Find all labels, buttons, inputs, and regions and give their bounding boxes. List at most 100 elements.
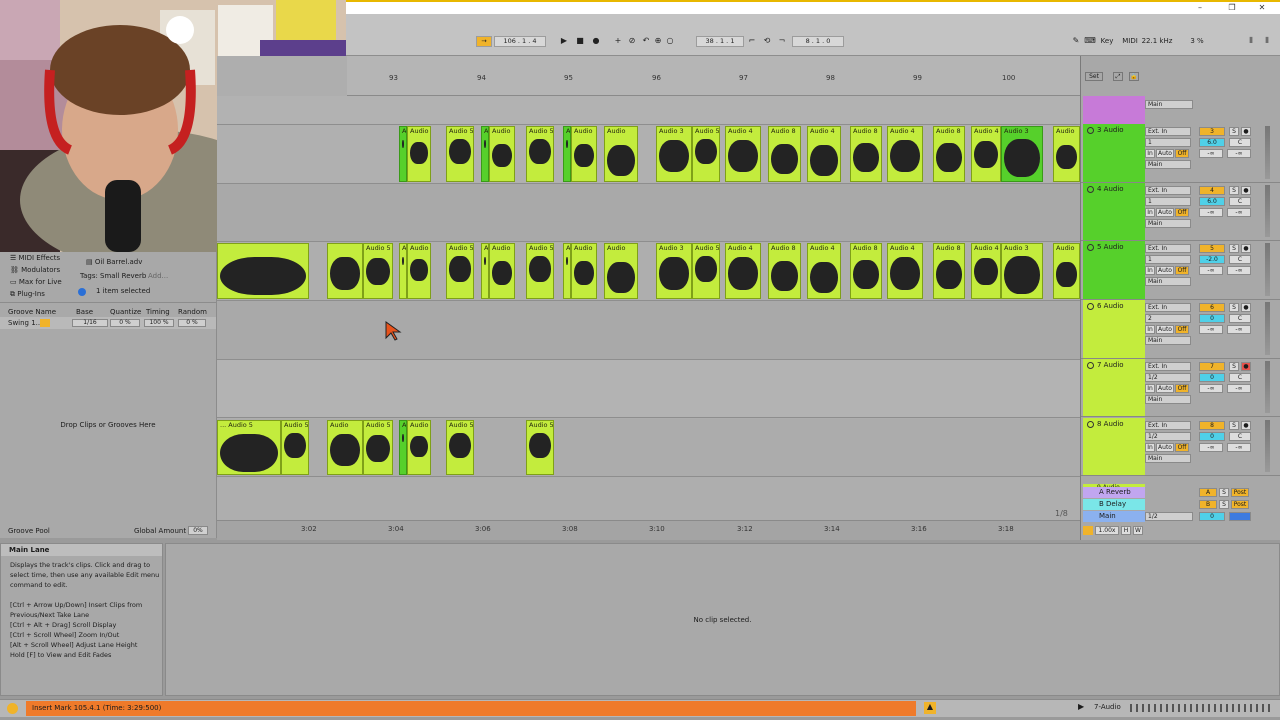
browser-item-plugins[interactable]: ⧉ Plug-Ins	[10, 288, 45, 300]
output-select[interactable]: Main	[1145, 160, 1191, 169]
input-channel-select[interactable]: 2	[1145, 314, 1191, 324]
volume-field[interactable]: 6.0	[1199, 196, 1225, 206]
session-record-icon[interactable]: ○	[664, 36, 676, 47]
audio-clip[interactable]: Audio 8	[850, 243, 882, 300]
key-map-button[interactable]: Key	[1098, 36, 1116, 47]
lock-icon[interactable]: 🔒	[1129, 72, 1139, 81]
browser-item-midi-effects[interactable]: ☰ MIDI Effects	[10, 252, 60, 264]
hot-swap-icon[interactable]	[40, 319, 50, 327]
track-activator[interactable]: 5	[1199, 244, 1225, 254]
overdub-icon[interactable]: +	[612, 36, 624, 47]
minimize-icon[interactable]: –	[1192, 3, 1208, 13]
track-header[interactable]: 8 Audio	[1083, 417, 1145, 476]
audio-clip[interactable]: Audio	[1053, 126, 1080, 182]
audio-clip[interactable]: Audio 5	[281, 419, 309, 476]
track-lane[interactable]	[217, 301, 1080, 360]
stop-icon[interactable]: ■	[574, 36, 586, 47]
volume-field[interactable]: 0	[1199, 372, 1225, 382]
monitor-auto-button[interactable]: Auto	[1156, 266, 1174, 276]
monitor-auto-button[interactable]: Auto	[1156, 149, 1174, 158]
track-activator[interactable]: 7	[1199, 361, 1225, 371]
send-a-field[interactable]: -∞	[1199, 149, 1223, 158]
monitor-off-button[interactable]: Off	[1175, 325, 1189, 335]
audio-clip[interactable]: Audio 3	[656, 243, 692, 300]
audio-clip[interactable]: Audio	[407, 419, 431, 476]
track-header[interactable]: 7 Audio	[1083, 358, 1145, 417]
input-type-select[interactable]: Ext. In	[1145, 127, 1191, 136]
input-type-select[interactable]: Ext. In	[1145, 185, 1191, 195]
track-output-top[interactable]: Main	[1145, 100, 1193, 109]
browser-item-max-for-live[interactable]: ▭ Max for Live	[10, 276, 62, 288]
send-a-field[interactable]: -∞	[1199, 207, 1223, 217]
input-channel-select[interactable]: 1	[1145, 196, 1191, 206]
loop-length-field[interactable]: 8 . 1 . 0	[792, 36, 844, 47]
audio-clip[interactable]	[217, 243, 309, 300]
arm-record-icon[interactable]: ●	[1241, 303, 1251, 313]
expand-icon[interactable]: ⤢	[1113, 72, 1123, 81]
return-b-post[interactable]: Post	[1231, 500, 1249, 509]
send-b-field[interactable]: -∞	[1227, 383, 1251, 393]
set-button[interactable]: Set	[1085, 72, 1103, 81]
audio-clip[interactable]: Audio 4	[971, 243, 1001, 300]
send-a-field[interactable]: -∞	[1199, 442, 1223, 452]
pan-field[interactable]: C	[1229, 196, 1251, 206]
tracks-view-icon[interactable]: ⦀	[1262, 36, 1272, 47]
audio-clip[interactable]: Audio	[571, 126, 597, 182]
audio-clip[interactable]: Audio	[604, 243, 638, 300]
audio-clip[interactable]: Audio 5	[363, 419, 393, 476]
midi-map-button[interactable]: MIDI	[1120, 36, 1140, 47]
audio-clip[interactable]: Audio 5	[692, 243, 720, 300]
monitor-off-button[interactable]: Off	[1175, 266, 1189, 276]
monitor-in-button[interactable]: In	[1145, 383, 1155, 393]
automation-arm-icon[interactable]: ⊘	[626, 36, 638, 47]
solo-button[interactable]: S	[1229, 127, 1239, 136]
overview-icon[interactable]: ⦀	[1246, 36, 1256, 47]
track-lane[interactable]: ... Audio 5 Audio 5 Audio Audio 5 Au Audio Aud…	[217, 418, 1080, 478]
input-type-select[interactable]: Ext. In	[1145, 420, 1191, 430]
arm-record-icon[interactable]: ●	[1241, 420, 1251, 430]
audio-clip[interactable]: Audio 4	[971, 126, 1001, 182]
arm-record-icon[interactable]: ●	[1241, 361, 1251, 371]
pan-field[interactable]: C	[1229, 431, 1251, 441]
re-enable-automation-icon[interactable]: ↶	[640, 36, 652, 47]
track-header[interactable]: 6 Audio	[1083, 300, 1145, 358]
track-activator[interactable]: 6	[1199, 303, 1225, 313]
main-pan[interactable]	[1229, 512, 1251, 521]
audio-clip[interactable]: Audio 5	[446, 419, 474, 476]
send-a-field[interactable]: -∞	[1199, 383, 1223, 393]
monitor-in-button[interactable]: In	[1145, 207, 1155, 217]
track-header[interactable]: 4 Audio	[1083, 182, 1145, 241]
send-b-field[interactable]: -∞	[1227, 149, 1251, 158]
audio-clip[interactable]: Audio 5	[446, 243, 474, 300]
audio-clip[interactable]: Audio 4	[807, 243, 841, 300]
global-amount-field[interactable]: 0%	[188, 526, 208, 535]
pan-field[interactable]: C	[1229, 372, 1251, 382]
volume-field[interactable]: -2.0	[1199, 255, 1225, 265]
fold-icon[interactable]	[1087, 361, 1094, 369]
browser-file-item[interactable]: ▤ Oil Barrel.adv	[86, 256, 142, 268]
return-b-solo[interactable]: S	[1219, 500, 1229, 509]
return-a-button[interactable]: A	[1199, 488, 1217, 497]
pan-field[interactable]: C	[1229, 138, 1251, 147]
groove-random-field[interactable]: 0 %	[178, 319, 206, 327]
input-channel-select[interactable]: 1/2	[1145, 431, 1191, 441]
groove-base-select[interactable]: 1/16	[72, 319, 108, 327]
audio-clip[interactable]: Audio	[1053, 243, 1080, 300]
monitor-auto-button[interactable]: Auto	[1156, 442, 1174, 452]
punch-out-icon[interactable]: ¬	[776, 36, 788, 47]
audio-clip[interactable]: Audio	[407, 126, 431, 182]
audio-clip[interactable]: Audio 3	[1001, 126, 1043, 182]
audio-clip[interactable]: Audio 5	[363, 243, 393, 300]
volume-field[interactable]: 0	[1199, 431, 1225, 441]
audio-clip[interactable]: Audio	[571, 243, 597, 300]
audio-clip[interactable]: Audio	[489, 126, 515, 182]
track-header[interactable]: 3 Audio	[1083, 124, 1145, 182]
audio-clip[interactable]: Audio 5	[692, 126, 720, 182]
metronome-follow-button[interactable]: →	[476, 36, 492, 47]
beat-time-ruler[interactable]: 93 94 95 96 97 98 99 100	[347, 56, 1080, 96]
restore-icon[interactable]: ❐	[1224, 3, 1240, 13]
track-header-purple[interactable]	[1083, 96, 1145, 124]
audio-clip[interactable]: Au	[399, 126, 407, 182]
computer-keyboard-icon[interactable]: ⌨	[1084, 36, 1096, 47]
return-a-header[interactable]: A Reverb	[1083, 487, 1145, 498]
